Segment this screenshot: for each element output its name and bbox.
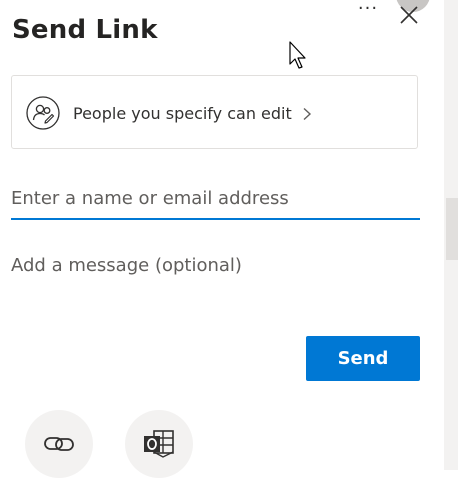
close-button[interactable] bbox=[398, 4, 420, 26]
link-permission-card[interactable]: People you specify can edit bbox=[11, 75, 418, 149]
send-button[interactable]: Send bbox=[306, 336, 420, 381]
more-options-button[interactable]: ··· bbox=[355, 0, 381, 22]
people-edit-icon bbox=[26, 96, 60, 130]
scrollbar-thumb[interactable] bbox=[446, 198, 458, 260]
permission-label: People you specify can edit bbox=[73, 104, 292, 123]
mouse-cursor-icon bbox=[288, 40, 308, 70]
dialog-title: Send Link bbox=[12, 15, 158, 45]
recipient-email-input[interactable]: Enter a name or email address bbox=[11, 180, 420, 220]
send-link-dialog: Send Link ··· People you specify can edi… bbox=[0, 0, 444, 478]
outlook-share-button[interactable] bbox=[125, 410, 193, 478]
close-icon bbox=[400, 6, 418, 24]
email-placeholder-text: Enter a name or email address bbox=[11, 188, 289, 209]
outlook-icon bbox=[144, 430, 174, 458]
link-icon bbox=[44, 437, 74, 451]
message-input[interactable]: Add a message (optional) bbox=[11, 255, 242, 276]
chevron-right-icon bbox=[300, 106, 314, 121]
copy-link-button[interactable] bbox=[25, 410, 93, 478]
